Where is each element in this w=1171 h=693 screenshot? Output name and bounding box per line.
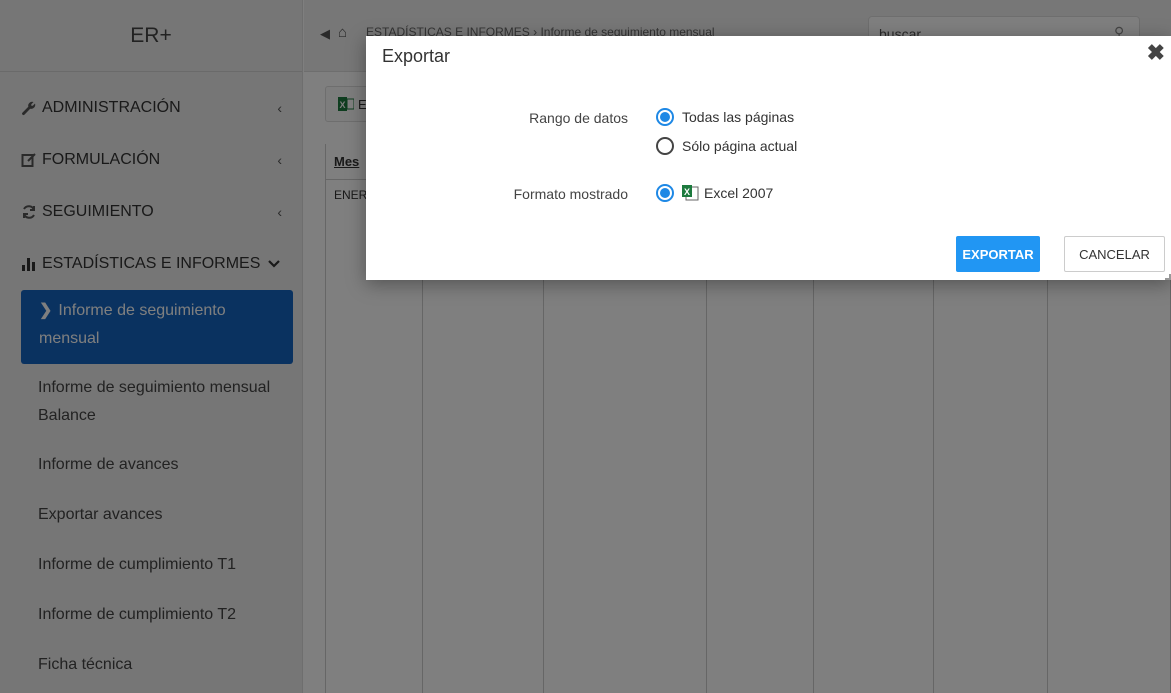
resize-handle[interactable] bbox=[1165, 274, 1171, 280]
cancelar-button[interactable]: CANCELAR bbox=[1064, 236, 1165, 272]
radio-indicator bbox=[656, 137, 674, 155]
radio-todas-las-paginas[interactable]: Todas las páginas bbox=[656, 108, 794, 126]
radio-indicator bbox=[656, 184, 674, 202]
dialog-title: Exportar bbox=[382, 46, 451, 66]
range-label: Rango de datos bbox=[529, 110, 628, 126]
radio-label: Todas las páginas bbox=[682, 109, 795, 125]
radio-solo-pagina-actual[interactable]: Sólo página actual bbox=[656, 137, 797, 155]
format-label: Formato mostrado bbox=[513, 186, 628, 202]
radio-label: Excel 2007 bbox=[704, 185, 774, 201]
radio-label: Sólo página actual bbox=[682, 138, 798, 154]
svg-text:X: X bbox=[684, 187, 690, 197]
radio-excel-2007[interactable]: X Excel 2007 bbox=[656, 184, 773, 202]
excel-icon: X bbox=[682, 185, 700, 201]
export-dialog: Exportar ✖ Rango de datos Todas las pági… bbox=[366, 36, 1171, 280]
radio-indicator bbox=[656, 108, 674, 126]
exportar-button[interactable]: EXPORTAR bbox=[956, 236, 1040, 272]
close-icon[interactable]: ✖ bbox=[1147, 40, 1165, 66]
